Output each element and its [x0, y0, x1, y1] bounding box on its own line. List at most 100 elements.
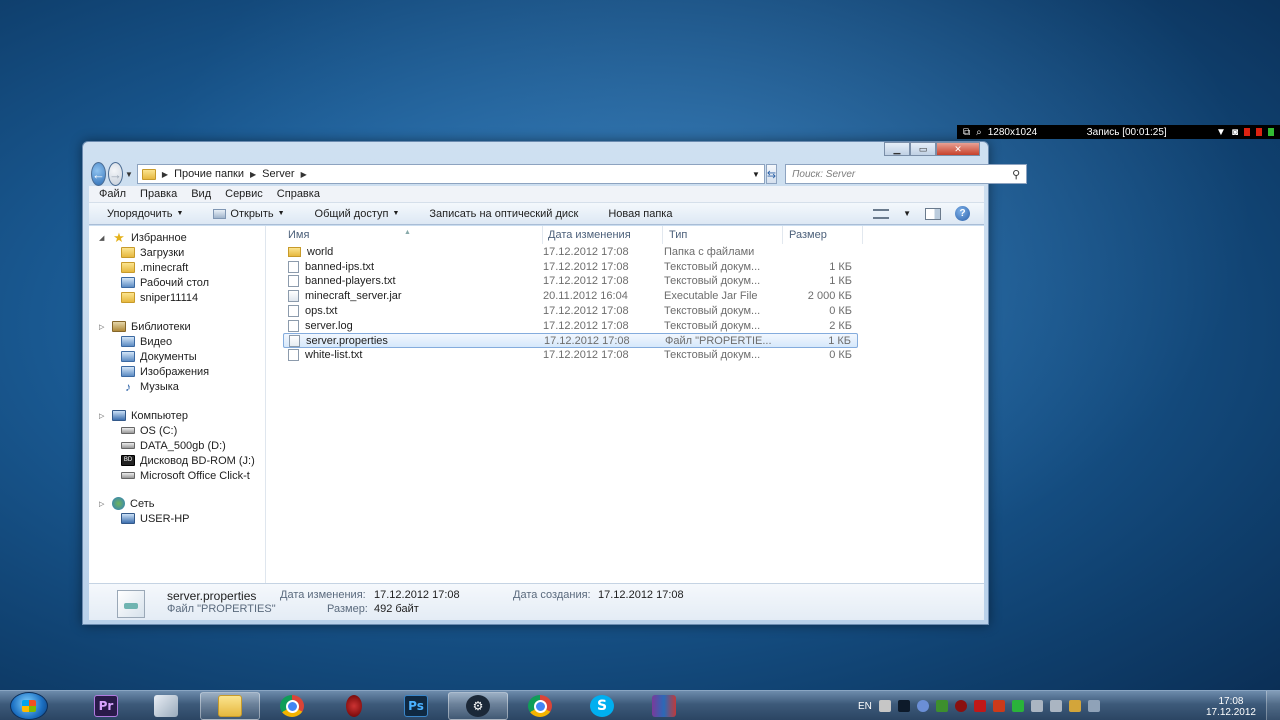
nav-item-music[interactable]: ♪ Музыка: [121, 379, 179, 394]
new-folder-button[interactable]: Новая папка: [608, 208, 672, 220]
tray-sync-icon[interactable]: [916, 700, 929, 712]
taskbar-winrar[interactable]: [634, 692, 694, 720]
clock[interactable]: 17:08 17.12.2012: [1206, 696, 1256, 718]
taskbar-pen-tool[interactable]: [136, 692, 196, 720]
taskbar-recorder[interactable]: [324, 692, 384, 720]
file-row[interactable]: ops.txt 17.12.2012 17:08 Текстовый докум..…: [283, 304, 858, 319]
tray-security-icon[interactable]: [1011, 700, 1024, 712]
forward-button[interactable]: →: [108, 162, 123, 186]
nav-item-sniper[interactable]: sniper11114: [121, 290, 198, 305]
breadcrumb-chevron-icon[interactable]: ▶: [162, 170, 168, 179]
taskbar-chrome-2[interactable]: [510, 692, 570, 720]
taskbar-skype[interactable]: S: [572, 692, 632, 720]
nav-item-minecraft[interactable]: .minecraft: [121, 260, 188, 275]
nav-item-user-hp[interactable]: USER-HP: [121, 511, 190, 526]
nav-favorites[interactable]: ◢ ★ Избранное: [99, 230, 187, 245]
taskbar-steam[interactable]: ⚙: [448, 692, 508, 720]
close-button[interactable]: ✕: [936, 142, 980, 156]
burn-label: Записать на оптический диск: [429, 207, 579, 220]
nav-item-label: Документы: [140, 350, 197, 363]
history-dropdown-icon[interactable]: ▼: [125, 170, 133, 179]
restore-icon[interactable]: ⧉: [963, 127, 970, 138]
search-input[interactable]: Поиск: Server ⚲: [785, 164, 1028, 184]
tray-steam-icon[interactable]: [897, 700, 910, 712]
nav-network[interactable]: ▷ Сеть: [99, 496, 154, 511]
column-type[interactable]: Тип: [669, 229, 687, 241]
tray-folder-icon[interactable]: [1068, 700, 1081, 712]
breadcrumb-other-folders[interactable]: Прочие папки: [174, 168, 244, 180]
nav-libraries[interactable]: ▷ Библиотеки: [99, 319, 191, 334]
nav-item-drive-j[interactable]: BD Дисковод BD-ROM (J:): [121, 453, 255, 468]
file-row[interactable]: world 17.12.2012 17:08 Папка с файлами: [283, 245, 858, 260]
tray-nvidia-icon[interactable]: [935, 700, 948, 712]
expand-arrow-icon[interactable]: ▷: [99, 323, 107, 331]
expand-arrow-icon[interactable]: ◢: [99, 234, 107, 242]
taskbar-premiere[interactable]: Pr: [76, 692, 136, 720]
tray-fraps-icon[interactable]: [992, 700, 1005, 712]
address-dropdown-icon[interactable]: ▼: [752, 170, 760, 179]
tray-adobe-icon[interactable]: [973, 700, 986, 712]
burn-button[interactable]: Записать на оптический диск: [429, 208, 578, 220]
taskbar-explorer[interactable]: [200, 692, 260, 720]
menu-edit[interactable]: Правка: [140, 188, 177, 200]
view-dropdown-icon[interactable]: ▼: [903, 209, 911, 218]
star-icon: ★: [113, 229, 125, 245]
tray-volume-icon[interactable]: [1049, 700, 1062, 712]
column-date[interactable]: Дата изменения: [548, 229, 631, 241]
dropdown-icon[interactable]: ▼: [1216, 127, 1226, 138]
nav-item-downloads[interactable]: Загрузки: [121, 245, 184, 260]
refresh-button[interactable]: ⇆: [765, 164, 778, 184]
nav-item-desktop[interactable]: Рабочий стол: [121, 275, 209, 290]
start-button[interactable]: [10, 692, 48, 720]
file-size: 2 КБ: [829, 319, 852, 332]
open-button[interactable]: Открыть ▼: [213, 208, 285, 220]
file-row[interactable]: white-list.txt 17.12.2012 17:08 Текстовый …: [283, 348, 858, 363]
tray-flag-icon[interactable]: [878, 700, 891, 712]
share-button[interactable]: Общий доступ ▼: [315, 208, 400, 220]
breadcrumb-chevron-icon[interactable]: ▶: [301, 170, 307, 179]
zoom-icon[interactable]: ⌕: [976, 127, 982, 138]
taskbar-photoshop[interactable]: Ps: [386, 692, 446, 720]
column-size[interactable]: Размер: [789, 229, 827, 241]
nav-item-pictures[interactable]: Изображения: [121, 364, 209, 379]
breadcrumb-chevron-icon[interactable]: ▶: [250, 170, 256, 179]
search-icon[interactable]: ⚲: [1012, 168, 1020, 181]
nav-item-video[interactable]: Видео: [121, 334, 172, 349]
file-row[interactable]: minecraft_server.jar 20.11.2012 16:04 Exec…: [283, 289, 858, 304]
file-date: 17.12.2012 17:08: [543, 246, 629, 258]
preview-pane-icon[interactable]: [925, 207, 941, 220]
nav-item-documents[interactable]: Документы: [121, 349, 197, 364]
nav-item-drive-d[interactable]: DATA_500gb (D:): [121, 438, 226, 453]
file-row[interactable]: banned-players.txt 17.12.2012 17:08 Тексто…: [283, 274, 858, 289]
maximize-button[interactable]: ▭: [910, 142, 936, 156]
view-options-icon[interactable]: [873, 208, 890, 219]
file-row[interactable]: banned-ips.txt 17.12.2012 17:08 Текстовый …: [283, 260, 858, 275]
tray-record-icon[interactable]: [954, 700, 967, 712]
minimize-button[interactable]: ▁: [884, 142, 910, 156]
back-button[interactable]: ←: [91, 162, 106, 186]
column-name[interactable]: Имя: [288, 229, 309, 241]
address-bar[interactable]: ▶ Прочие папки ▶ Server ▶ ▼: [136, 164, 765, 184]
tray-network-icon[interactable]: [1030, 700, 1043, 712]
file-row[interactable]: server.log 17.12.2012 17:08 Текстовый доку…: [283, 319, 858, 334]
nav-item-office[interactable]: Microsoft Office Click-t: [121, 468, 250, 483]
language-indicator[interactable]: EN: [858, 701, 872, 712]
show-desktop-button[interactable]: [1266, 691, 1280, 720]
menu-view[interactable]: Вид: [191, 188, 211, 200]
help-icon[interactable]: ?: [955, 206, 970, 221]
nav-computer[interactable]: ▷ Компьютер: [99, 408, 188, 423]
menu-help[interactable]: Справка: [277, 188, 320, 200]
pause-record-icon[interactable]: [1256, 128, 1262, 136]
breadcrumb-server[interactable]: Server: [262, 168, 294, 180]
menu-tools[interactable]: Сервис: [225, 188, 263, 200]
file-row[interactable]: server.properties 17.12.2012 17:08 Файл "P…: [283, 333, 858, 349]
nav-item-drive-c[interactable]: OS (C:): [121, 423, 177, 438]
tray-speaker-icon[interactable]: [1087, 700, 1100, 712]
menu-file[interactable]: Файл: [99, 188, 126, 200]
taskbar-chrome[interactable]: [262, 692, 322, 720]
expand-arrow-icon[interactable]: ▷: [99, 412, 107, 420]
stop-record-icon[interactable]: [1244, 128, 1250, 136]
organize-button[interactable]: Упорядочить ▼: [107, 208, 183, 220]
expand-arrow-icon[interactable]: ▷: [99, 500, 107, 508]
camera-icon[interactable]: ◙: [1232, 127, 1238, 138]
